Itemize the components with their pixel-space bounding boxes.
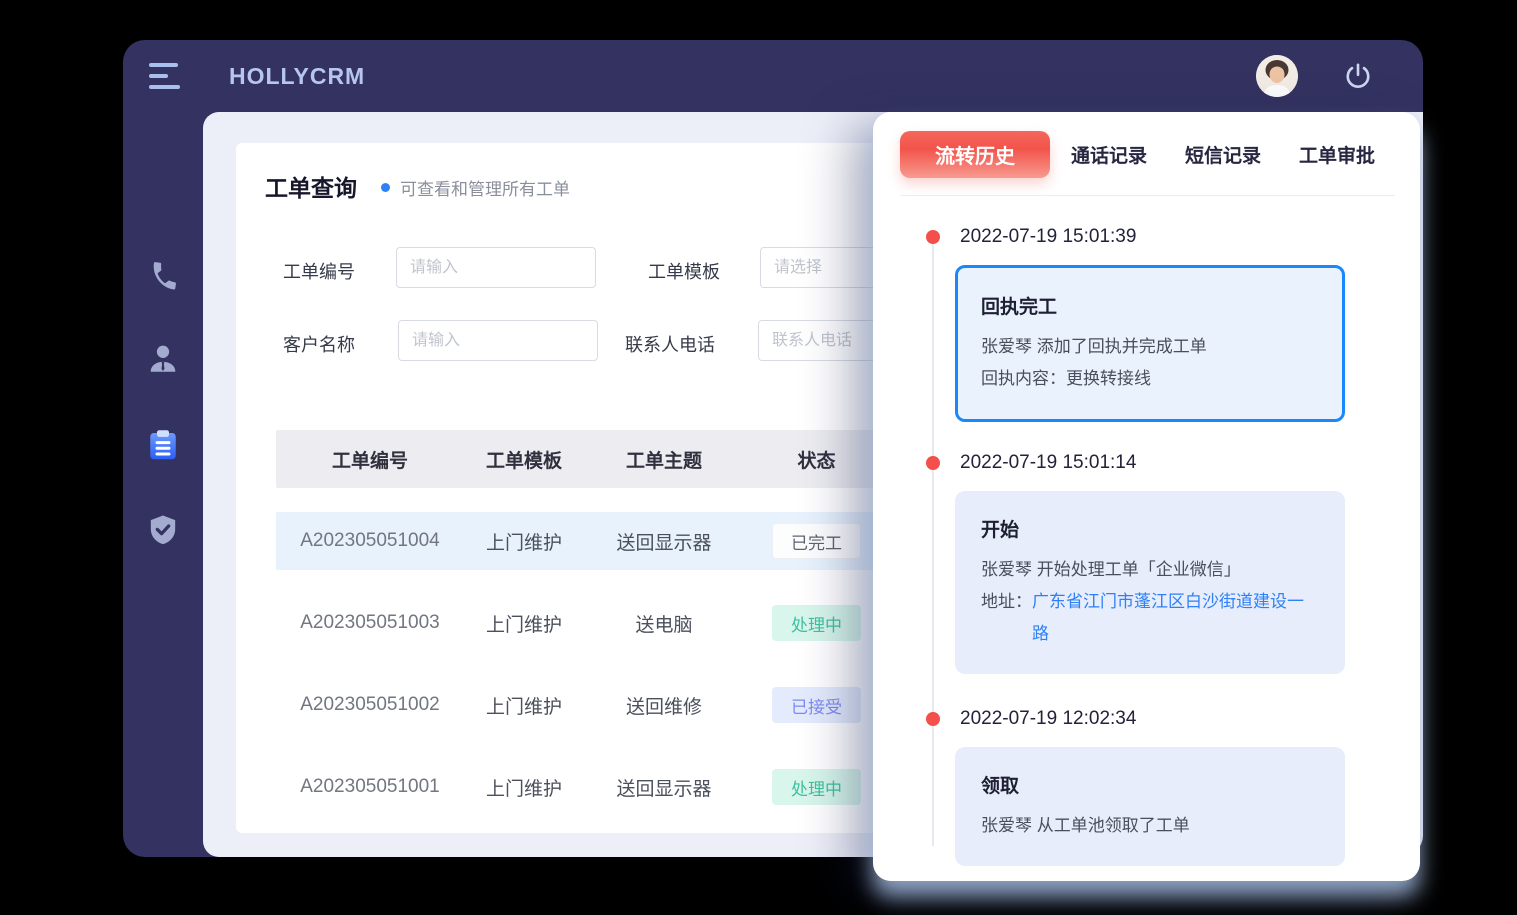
subtitle-dot-icon bbox=[381, 183, 390, 192]
filter-label: 客户名称 bbox=[283, 331, 355, 357]
cell-subject: 送回维修 bbox=[584, 692, 744, 719]
sidebar-item-contacts[interactable] bbox=[144, 340, 182, 378]
hamburger-menu-icon[interactable] bbox=[149, 63, 183, 89]
cell-subject: 送回显示器 bbox=[584, 774, 744, 801]
timeline-card: 领取张爱琴 从工单池领取了工单 bbox=[955, 747, 1345, 866]
cell-status: 处理中 bbox=[744, 605, 889, 641]
cell-order-id: A202305051004 bbox=[276, 530, 464, 552]
timeline-card: 回执完工张爱琴 添加了回执并完成工单回执内容：更换转接线 bbox=[955, 265, 1345, 422]
timeline-time: 2022-07-19 15:01:14 bbox=[960, 452, 1136, 474]
sidebar-item-calls[interactable] bbox=[144, 258, 182, 296]
table-header-cell: 工单主题 bbox=[584, 446, 744, 473]
cell-order-id: A202305051002 bbox=[276, 694, 464, 716]
panel-tabs: 流转历史通话记录 短信记录 工单审批 bbox=[873, 112, 1420, 178]
sidebar-item-security[interactable] bbox=[144, 511, 182, 549]
tabs-divider bbox=[900, 195, 1395, 196]
cell-order-id: A202305051003 bbox=[276, 612, 464, 634]
timeline-card: 开始张爱琴 开始处理工单「企业微信」地址：广东省江门市蓬江区白沙街道建设一路 bbox=[955, 491, 1345, 674]
power-icon[interactable] bbox=[1343, 61, 1373, 91]
tab-工单审批[interactable]: 工单审批 bbox=[1299, 141, 1375, 168]
filter-label: 联系人电话 bbox=[625, 331, 715, 357]
timeline: 2022-07-19 15:01:39 回执完工张爱琴 添加了回执并完成工单回执内… bbox=[873, 222, 1420, 866]
timeline-time: 2022-07-19 12:02:34 bbox=[960, 708, 1136, 730]
user-icon bbox=[145, 341, 181, 377]
table-header-cell: 工单模板 bbox=[464, 446, 584, 473]
timeline-card-line: 回执内容：更换转接线 bbox=[981, 363, 1319, 395]
sidebar bbox=[123, 112, 203, 857]
table-header-cell: 状态 bbox=[744, 446, 889, 473]
cell-status: 处理中 bbox=[744, 769, 889, 805]
table-header-cell: 工单编号 bbox=[276, 446, 464, 473]
timeline-time: 2022-07-19 15:01:39 bbox=[960, 226, 1136, 248]
brand-logo: HOLLYCRM bbox=[229, 63, 365, 90]
phone-icon bbox=[146, 260, 180, 294]
cell-subject: 送电脑 bbox=[584, 610, 744, 637]
cell-status: 已接受 bbox=[744, 687, 889, 723]
timeline-entry-head: 2022-07-19 15:01:39 bbox=[873, 222, 1420, 252]
tab-短信记录[interactable]: 短信记录 bbox=[1185, 141, 1261, 168]
timeline-card-line: 张爱琴 添加了回执并完成工单 bbox=[981, 331, 1319, 363]
timeline-dot-icon bbox=[926, 230, 940, 244]
timeline-card-title: 回执完工 bbox=[981, 292, 1319, 319]
filter-label: 工单编号 bbox=[283, 258, 355, 284]
status-badge: 处理中 bbox=[772, 605, 861, 641]
filter-label: 工单模板 bbox=[648, 258, 720, 284]
timeline-card-title: 开始 bbox=[981, 515, 1319, 542]
timeline-card-line: 地址：广东省江门市蓬江区白沙街道建设一路 bbox=[981, 586, 1319, 650]
cell-template: 上门维护 bbox=[464, 528, 584, 555]
timeline-entry-head: 2022-07-19 12:02:34 bbox=[873, 704, 1420, 734]
status-badge: 已接受 bbox=[772, 687, 861, 723]
cell-status: 已完工 bbox=[744, 523, 889, 559]
clipboard-icon bbox=[145, 427, 181, 463]
avatar-image bbox=[1256, 55, 1298, 97]
page-subtitle: 可查看和管理所有工单 bbox=[400, 173, 570, 200]
timeline-dot-icon bbox=[926, 712, 940, 726]
page-title: 工单查询 bbox=[265, 169, 357, 203]
tab-通话记录[interactable]: 通话记录 bbox=[1071, 141, 1147, 168]
cell-template: 上门维护 bbox=[464, 692, 584, 719]
filter-input[interactable] bbox=[396, 247, 596, 288]
timeline-card-line: 张爱琴 从工单池领取了工单 bbox=[981, 810, 1319, 842]
topbar: HOLLYCRM bbox=[123, 40, 1423, 112]
address-link[interactable]: 广东省江门市蓬江区白沙街道建设一路 bbox=[1032, 586, 1319, 650]
shield-check-icon bbox=[146, 513, 180, 547]
cell-template: 上门维护 bbox=[464, 610, 584, 637]
timeline-line bbox=[932, 238, 934, 846]
timeline-entry-head: 2022-07-19 15:01:14 bbox=[873, 448, 1420, 478]
timeline-line-prefix: 地址： bbox=[981, 586, 1032, 650]
cell-order-id: A202305051001 bbox=[276, 776, 464, 798]
cell-subject: 送回显示器 bbox=[584, 528, 744, 555]
filter-input[interactable] bbox=[398, 320, 598, 361]
user-avatar[interactable] bbox=[1256, 55, 1298, 97]
timeline-card-line: 张爱琴 开始处理工单「企业微信」 bbox=[981, 554, 1319, 586]
status-badge: 已完工 bbox=[772, 523, 861, 559]
timeline-card-title: 领取 bbox=[981, 771, 1319, 798]
sidebar-item-work-orders[interactable] bbox=[144, 426, 182, 464]
detail-panel: 流转历史通话记录 短信记录 工单审批 2022-07-19 15:01:39 回执完工… bbox=[873, 112, 1420, 881]
tab-active-流转历史[interactable]: 流转历史 bbox=[900, 131, 1050, 178]
status-badge: 处理中 bbox=[772, 769, 861, 805]
timeline-dot-icon bbox=[926, 456, 940, 470]
cell-template: 上门维护 bbox=[464, 774, 584, 801]
page-header: 工单查询 可查看和管理所有工单 bbox=[265, 169, 570, 203]
